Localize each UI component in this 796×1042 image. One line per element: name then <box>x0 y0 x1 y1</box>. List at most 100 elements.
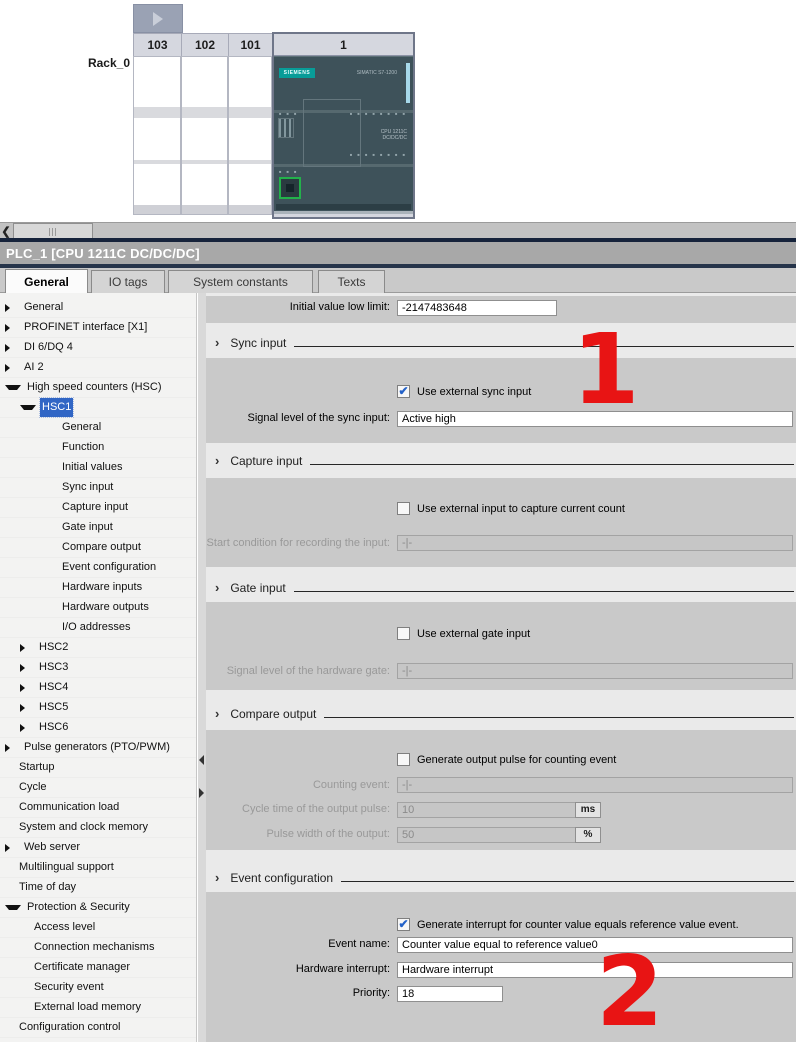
play-arrow-icon <box>153 11 163 26</box>
cpu-module-graphic[interactable]: SIEMENS SIMATIC S7-1200 ■ ■ ■ ■ ■ ■ ■ ■ … <box>274 56 413 214</box>
collapse-left-icon[interactable] <box>199 755 204 765</box>
tree-item-system-and-clock-memory[interactable]: System and clock memory <box>0 818 196 838</box>
tree-item-hsc5[interactable]: HSC5 <box>0 698 196 718</box>
collapsed-icon[interactable] <box>5 743 17 752</box>
expanded-icon[interactable] <box>5 905 21 910</box>
tree-item-hsc6[interactable]: HSC6 <box>0 718 196 738</box>
scroll-left-icon[interactable]: ❮ <box>0 223 12 239</box>
tree-item-event-configuration[interactable]: Event configuration <box>0 558 196 578</box>
collapsed-icon[interactable] <box>20 683 32 692</box>
collapsed-icon[interactable] <box>5 323 17 332</box>
section-expander-icon[interactable]: › <box>215 581 219 595</box>
tree-item-startup[interactable]: Startup <box>0 758 196 778</box>
tab-system-constants[interactable]: System constants <box>168 270 313 293</box>
tree-item-hardware-outputs[interactable]: Hardware outputs <box>0 598 196 618</box>
tree-item-hsc4[interactable]: HSC4 <box>0 678 196 698</box>
tree-item-initial-values[interactable]: Initial values <box>0 458 196 478</box>
expanded-icon[interactable] <box>20 405 36 410</box>
hardware-interrupt-select[interactable] <box>397 961 793 978</box>
tree-item-label: Connection resources <box>17 1038 128 1042</box>
tree-item-hsc3[interactable]: HSC3 <box>0 658 196 678</box>
generate-interrupt-checkbox[interactable]: ✔ <box>397 918 410 931</box>
tree-item-compare-output[interactable]: Compare output <box>0 538 196 558</box>
collapsed-icon[interactable] <box>20 703 32 712</box>
tree-item-label: HSC2 <box>39 641 69 653</box>
tree-item-pulse-generators-pto-pwm[interactable]: Pulse generators (PTO/PWM) <box>0 738 196 758</box>
tree-item-function[interactable]: Function <box>0 438 196 458</box>
tree-item-connection-mechanisms[interactable]: Connection mechanisms <box>0 938 196 958</box>
expanded-icon[interactable] <box>5 385 21 390</box>
tree-item-gate-input[interactable]: Gate input <box>0 518 196 538</box>
use-external-gate-input-checkbox[interactable]: ✔ <box>397 627 410 640</box>
tree-item-multilingual-support[interactable]: Multilingual support <box>0 858 196 878</box>
tree-item-time-of-day[interactable]: Time of day <box>0 878 196 898</box>
generate-output-pulse-checkbox[interactable]: ✔ <box>397 753 410 766</box>
tree-item-configuration-control[interactable]: Configuration control <box>0 1018 196 1038</box>
settings-tree[interactable]: General PROFINET interface [X1] DI 6/DQ 4 A… <box>0 293 197 1042</box>
tree-item-connection-resources[interactable]: Connection resources <box>0 1038 196 1042</box>
event-name-input[interactable] <box>397 936 793 953</box>
tree-item-protection-security[interactable]: Protection & Security <box>0 898 196 918</box>
slot-header-102[interactable]: 102 <box>181 33 229 57</box>
pane-splitter[interactable] <box>197 293 206 1042</box>
collapsed-icon[interactable] <box>5 303 17 312</box>
empty-slot-103[interactable] <box>133 56 181 215</box>
collapsed-icon[interactable] <box>20 663 32 672</box>
tree-item-label: General <box>24 301 64 313</box>
tree-item-profinet-interface-x1[interactable]: PROFINET interface [X1] <box>0 318 196 338</box>
sync-input-section-title: Sync input <box>230 336 287 350</box>
event-configuration-section-title: Event configuration <box>230 871 334 885</box>
collapsed-icon[interactable] <box>5 363 17 372</box>
slot-header-103[interactable]: 103 <box>133 33 182 57</box>
tree-item-high-speed-counters-hsc[interactable]: High speed counters (HSC) <box>0 378 196 398</box>
collapsed-icon[interactable] <box>5 343 17 352</box>
collapsed-icon[interactable] <box>5 843 17 852</box>
tree-item-cycle[interactable]: Cycle <box>0 778 196 798</box>
settings-content: Initial value low limit: › Sync input ✔ … <box>206 293 796 1042</box>
initial-value-low-limit-input[interactable] <box>397 299 557 316</box>
rack-nav-button[interactable] <box>133 4 183 33</box>
empty-slot-101[interactable] <box>228 56 272 215</box>
tree-item-general[interactable]: General <box>0 418 196 438</box>
tree-item-hsc2[interactable]: HSC2 <box>0 638 196 658</box>
counting-event-select <box>397 777 793 793</box>
tree-item-security-event[interactable]: Security event <box>0 978 196 998</box>
section-expander-icon[interactable]: › <box>215 454 219 468</box>
tree-item-label: Cycle <box>19 781 47 793</box>
priority-input[interactable] <box>397 985 503 1002</box>
collapsed-icon[interactable] <box>20 643 32 652</box>
section-expander-icon[interactable]: › <box>215 707 219 721</box>
tab-io-tags[interactable]: IO tags <box>91 270 165 293</box>
use-external-sync-input-checkbox[interactable]: ✔ <box>397 385 410 398</box>
tab-general[interactable]: General <box>5 269 88 293</box>
section-expander-icon[interactable]: › <box>215 336 219 350</box>
tree-item-external-load-memory[interactable]: External load memory <box>0 998 196 1018</box>
collapse-right-icon[interactable] <box>199 788 204 798</box>
tab-texts[interactable]: Texts <box>318 270 385 293</box>
tree-item-hsc1[interactable]: HSC1 <box>0 397 196 418</box>
tree-item-communication-load[interactable]: Communication load <box>0 798 196 818</box>
tree-item-access-level[interactable]: Access level <box>0 918 196 938</box>
empty-slot-102[interactable] <box>181 56 228 215</box>
section-expander-icon[interactable]: › <box>215 871 219 885</box>
slot-header-101[interactable]: 101 <box>228 33 273 57</box>
tree-item-general[interactable]: General <box>0 298 196 318</box>
tree-item-ai-2[interactable]: AI 2 <box>0 358 196 378</box>
tree-item-web-server[interactable]: Web server <box>0 838 196 858</box>
led-dots: ■ ■ ■ <box>279 111 299 116</box>
tree-item-label: System and clock memory <box>19 821 148 833</box>
tree-item-i-o-addresses[interactable]: I/O addresses <box>0 618 196 638</box>
collapsed-icon[interactable] <box>20 723 32 732</box>
tree-item-certificate-manager[interactable]: Certificate manager <box>0 958 196 978</box>
priority-label: Priority: <box>352 987 390 999</box>
tree-item-sync-input[interactable]: Sync input <box>0 478 196 498</box>
use-external-capture-input-checkbox[interactable]: ✔ <box>397 502 410 515</box>
horizontal-scrollbar[interactable]: ❮ <box>0 222 796 240</box>
slot-header-1[interactable]: 1 <box>274 34 413 56</box>
cpu-slot[interactable]: 1 SIEMENS SIMATIC S7-1200 ■ ■ ■ ■ ■ ■ ■ … <box>272 32 415 219</box>
tree-item-di-6-dq-4[interactable]: DI 6/DQ 4 <box>0 338 196 358</box>
tree-item-label: HSC4 <box>39 681 69 693</box>
tree-item-hardware-inputs[interactable]: Hardware inputs <box>0 578 196 598</box>
tree-item-capture-input[interactable]: Capture input <box>0 498 196 518</box>
rack-name-label: Rack_0 <box>87 56 130 70</box>
